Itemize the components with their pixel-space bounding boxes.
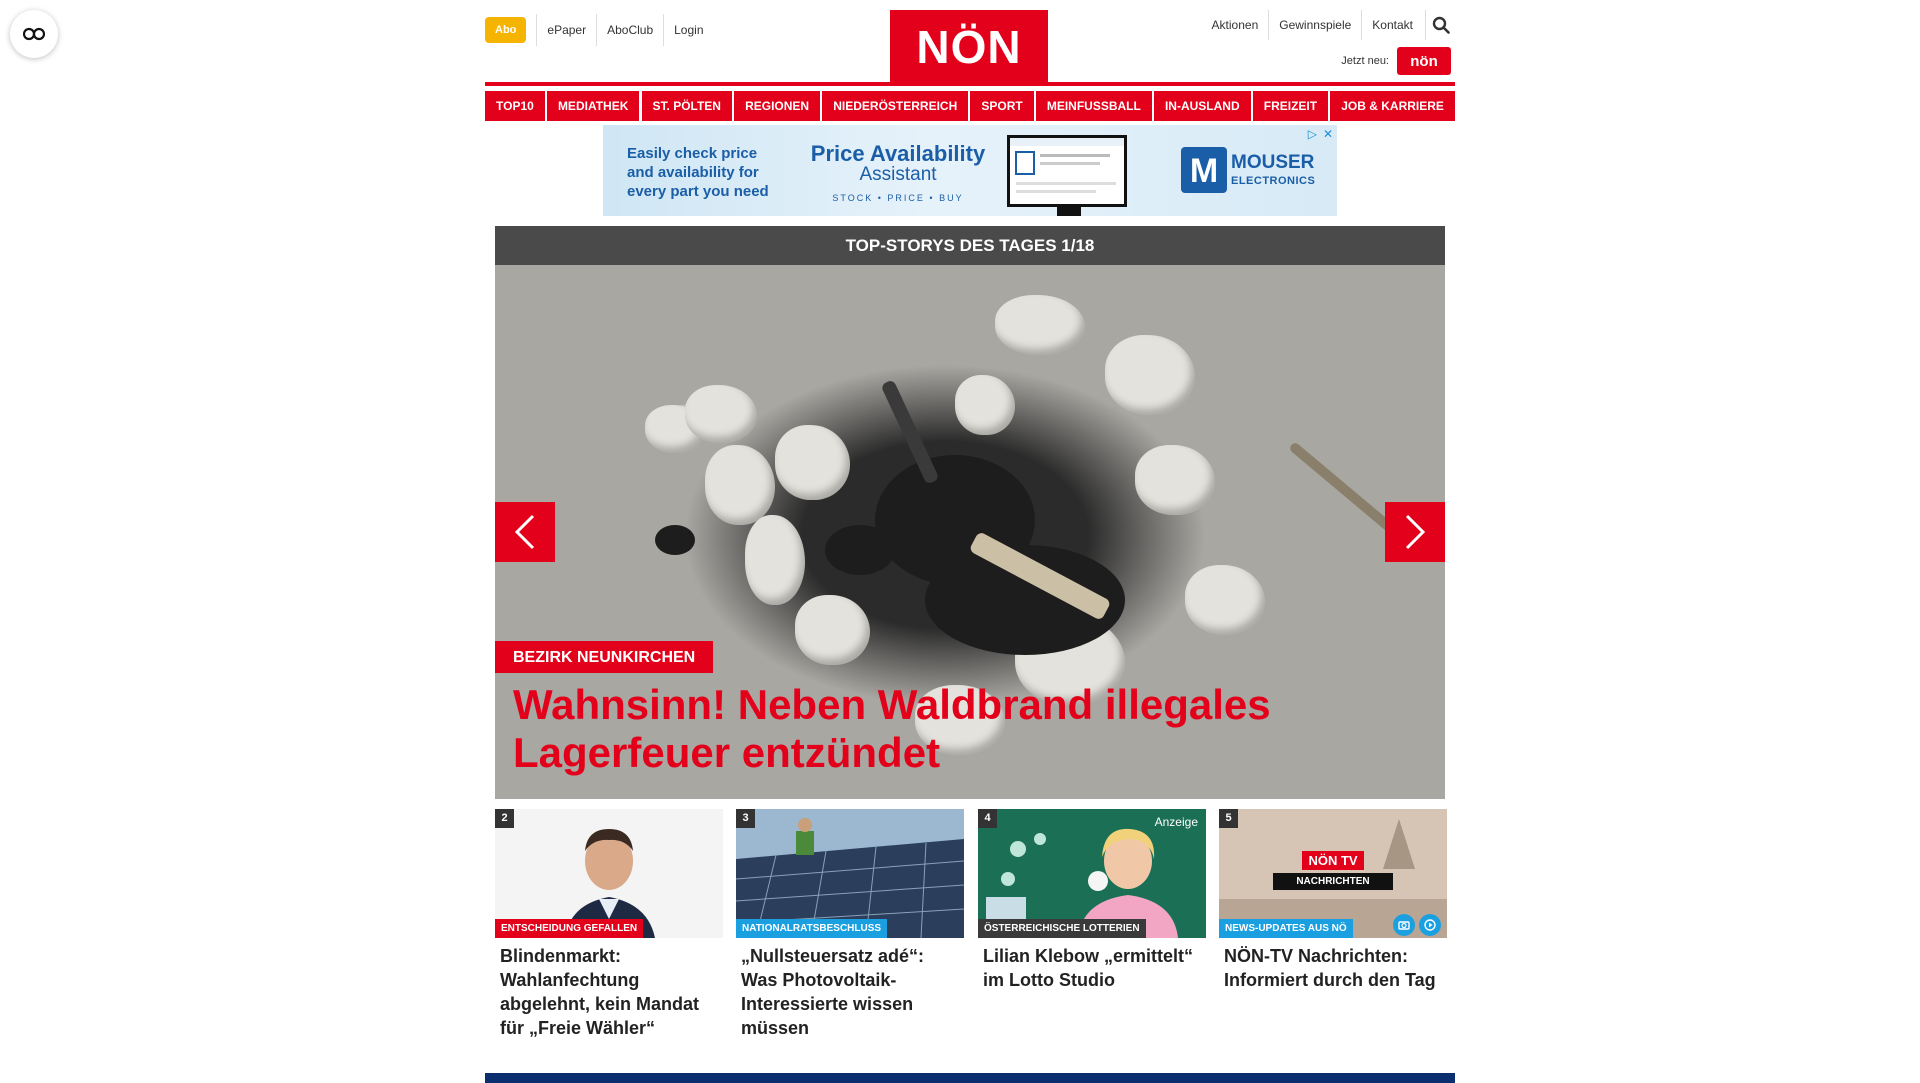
- teaser-category-tag[interactable]: NEWS-UPDATES AUS NÖ: [1219, 919, 1353, 938]
- media-icons: [1393, 914, 1441, 936]
- teaser-headline[interactable]: NÖN-TV Nachrichten: Informiert durch den…: [1219, 938, 1447, 992]
- stone-shape: [775, 425, 850, 500]
- stone-shape: [955, 375, 1015, 435]
- teaser-rank: 5: [1219, 809, 1238, 828]
- nav-item-in-ausland[interactable]: IN-AUSLAND: [1153, 91, 1251, 121]
- teaser-category-tag[interactable]: ÖSTERREICHISCHE LOTTERIEN: [978, 919, 1146, 938]
- teaser-headline[interactable]: Lilian Klebow „ermittelt“ im Lotto Studi…: [978, 938, 1206, 992]
- mouser-sub: ELECTRONICS: [1231, 175, 1316, 187]
- teaser-rank: 4: [978, 809, 997, 828]
- site-logo[interactable]: NÖN: [890, 10, 1048, 82]
- teaser-image[interactable]: 4 Anzeige ÖSTERREICHISCHE LOTTERIEN: [978, 809, 1206, 938]
- stone-shape: [795, 595, 870, 665]
- camera-icon: [1393, 914, 1415, 936]
- site-header: Abo ePaper AboClub Login NÖN Aktionen Ge…: [485, 0, 1455, 86]
- slider-prev-button[interactable]: [495, 502, 555, 562]
- nav-item-niederoesterreich[interactable]: NIEDERÖSTERREICH: [822, 91, 969, 121]
- kontakt-link[interactable]: Kontakt: [1361, 10, 1423, 40]
- teaser-rank: 3: [736, 809, 755, 828]
- chevron-left-icon: [514, 514, 535, 550]
- hero-image[interactable]: BEZIRK NEUNKIRCHEN Wahnsinn! Neben Waldb…: [495, 265, 1445, 799]
- stone-shape: [705, 445, 775, 525]
- nav-item-sport[interactable]: SPORT: [970, 91, 1034, 121]
- ad-pa-title: Price Availability: [810, 141, 986, 166]
- teaser-card[interactable]: 3 NATIONALRATSBESCHLUSS „Nullsteuersatz …: [736, 809, 964, 1040]
- mouser-name: MOUSER: [1231, 152, 1315, 173]
- nav-item-mediathek[interactable]: MEDIATHEK: [546, 91, 640, 121]
- top-stories-header: TOP-STORYS DES TAGES 1/18: [495, 226, 1445, 265]
- mouser-brand: MOUSER ELECTRONICS: [1231, 153, 1315, 191]
- hero-category-tag[interactable]: BEZIRK NEUNKIRCHEN: [495, 641, 714, 673]
- aboclub-link[interactable]: AboClub: [596, 14, 663, 46]
- hero-headline[interactable]: Wahnsinn! Neben Waldbrand illegales Lage…: [513, 681, 1373, 777]
- nav-item-freizeit[interactable]: FREIZEIT: [1252, 91, 1329, 121]
- ad-pa-subtitle: Assistant: [859, 164, 937, 185]
- ad-screen-illustration: [1010, 138, 1124, 193]
- stone-shape: [1135, 445, 1215, 515]
- ad-choices: ▷ ✕: [1308, 127, 1333, 141]
- main-navigation: TOP10 MEDIATHEK ST. PÖLTEN REGIONEN NIED…: [485, 91, 1455, 121]
- teaser-card[interactable]: 2 ENTSCHEIDUNG GEFALLEN Blindenmarkt: Wa…: [495, 809, 723, 1040]
- teaser-category-tag[interactable]: ENTSCHEIDUNG GEFALLEN: [495, 919, 644, 938]
- stone-shape: [1105, 335, 1195, 415]
- charcoal-shape: [825, 525, 895, 575]
- teaser-headline[interactable]: Blindenmarkt: Wahlanfechtung abgelehnt, …: [495, 938, 723, 1040]
- page-container: Abo ePaper AboClub Login NÖN Aktionen Ge…: [485, 0, 1455, 1083]
- teaser-rank: 2: [495, 809, 514, 828]
- header-divider: [485, 82, 1455, 86]
- ad-product-title: Price Availability Assistant STOCK • PRI…: [808, 141, 988, 204]
- stone-shape: [1185, 565, 1265, 635]
- top-nav-left: Abo ePaper AboClub Login: [485, 14, 714, 46]
- play-icon: [1419, 914, 1441, 936]
- teaser-card[interactable]: NÖN TV NACHRICHTEN 5 NEWS-UPDATES AUS NÖ…: [1219, 809, 1447, 992]
- tv-logo: NÖN TV NACHRICHTEN: [1273, 851, 1393, 890]
- aktionen-link[interactable]: Aktionen: [1202, 10, 1269, 40]
- tv-logo-text: NÖN TV: [1302, 851, 1364, 870]
- teaser-image[interactable]: 2 ENTSCHEIDUNG GEFALLEN: [495, 809, 723, 938]
- nav-item-top10[interactable]: TOP10: [485, 91, 545, 121]
- nav-item-st-poelten[interactable]: ST. PÖLTEN: [641, 91, 732, 121]
- teaser-card[interactable]: 4 Anzeige ÖSTERREICHISCHE LOTTERIEN Lili…: [978, 809, 1206, 992]
- epaper-link[interactable]: ePaper: [536, 14, 596, 46]
- login-link[interactable]: Login: [663, 14, 713, 46]
- stone-shape: [995, 295, 1085, 355]
- top-nav-right: Aktionen Gewinnspiele Kontakt: [1202, 10, 1455, 40]
- search-button[interactable]: [1425, 10, 1455, 40]
- sponsored-badge: Anzeige: [1154, 815, 1198, 829]
- advertisement-banner[interactable]: Easily check price and availability for …: [603, 125, 1337, 216]
- glasses-icon: [23, 27, 45, 41]
- ad-monitor-image: [1007, 135, 1127, 207]
- stone-shape: [685, 385, 757, 443]
- accessibility-button[interactable]: [10, 10, 58, 58]
- teaser-category-tag[interactable]: NATIONALRATSBESCHLUSS: [736, 919, 888, 938]
- ad-monitor-stand: [1057, 207, 1081, 216]
- teaser-headline[interactable]: „Nullsteuersatz adé“: Was Photovoltaik-I…: [736, 938, 964, 1040]
- abo-button[interactable]: Abo: [485, 17, 527, 43]
- ad-close-icon[interactable]: ✕: [1323, 127, 1333, 141]
- charcoal-shape: [655, 525, 695, 555]
- teaser-row: 2 ENTSCHEIDUNG GEFALLEN Blindenmarkt: Wa…: [495, 809, 1447, 1049]
- mouser-logo-icon: M: [1181, 147, 1227, 193]
- slider-next-button[interactable]: [1385, 502, 1445, 562]
- jetzt-neu-promo[interactable]: Jetzt neu: nön: [1341, 47, 1451, 75]
- teaser-image[interactable]: 3 NATIONALRATSBESCHLUSS: [736, 809, 964, 938]
- stone-shape: [745, 515, 805, 605]
- chevron-right-icon: [1405, 514, 1426, 550]
- teaser-image[interactable]: NÖN TV NACHRICHTEN 5 NEWS-UPDATES AUS NÖ: [1219, 809, 1447, 938]
- gewinnspiele-link[interactable]: Gewinnspiele: [1268, 10, 1361, 40]
- ad-pa-tagline: STOCK • PRICE • BUY: [832, 193, 964, 203]
- nav-item-regionen[interactable]: REGIONEN: [734, 91, 821, 121]
- search-icon: [1432, 16, 1450, 34]
- nav-item-job-karriere[interactable]: JOB & KARRIERE: [1330, 91, 1455, 121]
- jetzt-neu-label: Jetzt neu:: [1341, 55, 1389, 67]
- nav-item-meinfussball[interactable]: MEINFUSSBALL: [1035, 91, 1152, 121]
- tv-logo-label: NACHRICHTEN: [1273, 873, 1393, 890]
- ad-text: Easily check price and availability for …: [627, 145, 769, 200]
- mini-non-logo[interactable]: nön: [1397, 47, 1451, 75]
- adchoices-icon[interactable]: ▷: [1308, 127, 1317, 141]
- footer-bar: [485, 1073, 1455, 1083]
